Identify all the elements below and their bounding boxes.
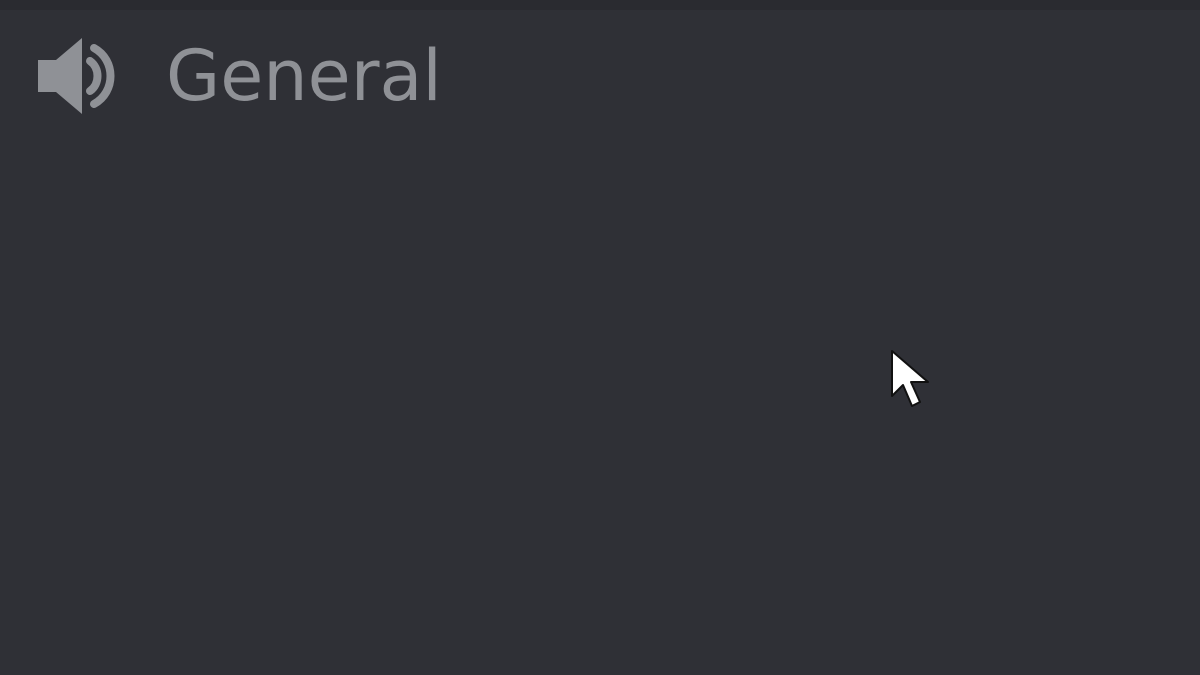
voice-channel-general[interactable]: General xyxy=(30,30,630,122)
top-edge xyxy=(0,0,1200,10)
channel-name: General xyxy=(166,35,442,117)
mouse-cursor-icon xyxy=(891,350,929,407)
app-screen: General xyxy=(0,0,1200,675)
speaker-icon xyxy=(30,30,122,122)
